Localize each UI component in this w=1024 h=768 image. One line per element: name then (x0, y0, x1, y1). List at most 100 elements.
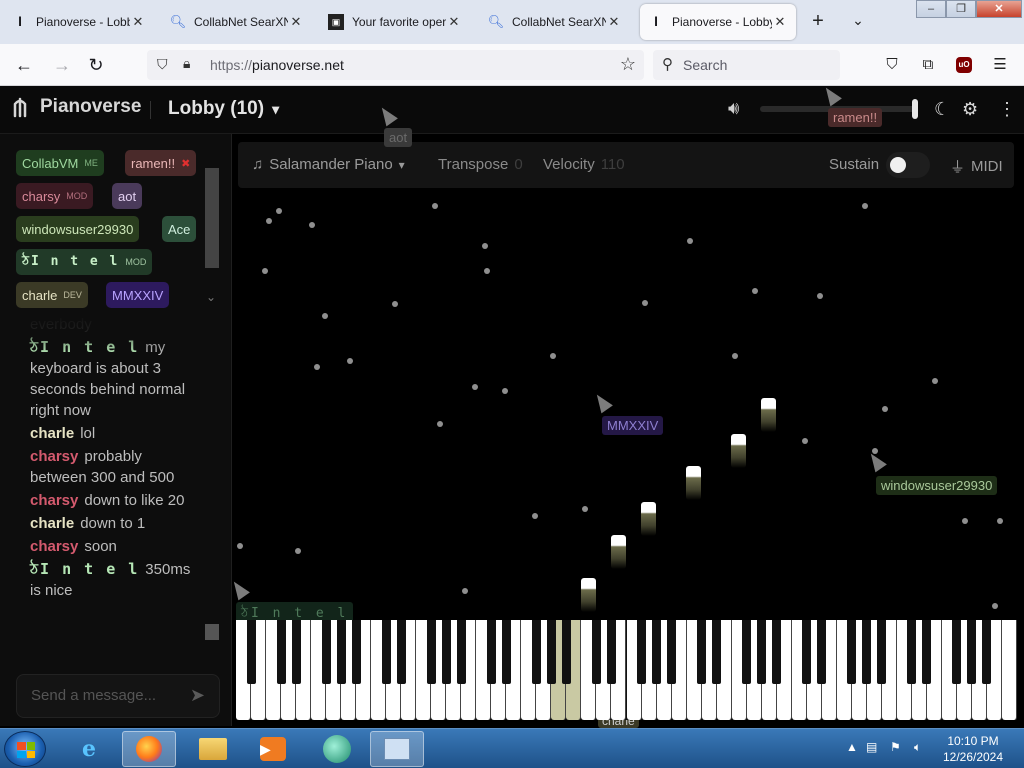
close-icon[interactable]: ✕ (130, 14, 146, 30)
user-chip[interactable]: charsy MOD (16, 183, 94, 209)
chat-nick[interactable]: charsy (30, 492, 78, 509)
action-center-flag-icon[interactable]: ⚑ (890, 740, 901, 754)
sustain-toggle[interactable] (886, 152, 930, 178)
volume-muted-icon[interactable]: 🔈︎ (914, 740, 921, 755)
black-key[interactable] (907, 620, 917, 684)
black-key[interactable] (441, 620, 451, 684)
black-key[interactable] (952, 620, 962, 684)
file-explorer-icon[interactable] (186, 731, 240, 767)
volume-icon[interactable]: 🔊︎ (728, 98, 739, 119)
chat-message-input[interactable] (31, 687, 181, 704)
shield-icon[interactable]: ⛉ (157, 56, 168, 73)
start-button[interactable] (4, 731, 46, 767)
black-key[interactable] (862, 620, 872, 684)
white-key[interactable] (1001, 620, 1017, 720)
close-icon[interactable]: ✕ (772, 14, 788, 30)
search-bar[interactable]: ⚲ Search (653, 50, 840, 80)
black-key[interactable] (757, 620, 767, 684)
control-panel-icon[interactable] (370, 731, 424, 767)
black-key[interactable] (381, 620, 391, 684)
black-key[interactable] (336, 620, 346, 684)
black-key[interactable] (847, 620, 857, 684)
black-key[interactable] (652, 620, 662, 684)
black-key[interactable] (486, 620, 496, 684)
black-key[interactable] (877, 620, 887, 684)
gear-icon[interactable]: ⚙ (962, 99, 978, 120)
chat-scrollbar[interactable] (204, 614, 220, 640)
url-text[interactable]: https://pianoverse.net (210, 57, 344, 73)
bookmark-star-icon[interactable]: ☆ (620, 54, 636, 75)
network-icon[interactable]: ▤ (866, 740, 877, 754)
black-key[interactable] (967, 620, 977, 684)
user-chip[interactable]: aot (112, 183, 143, 209)
black-key[interactable] (531, 620, 541, 684)
menu-icon[interactable]: ☰ (990, 55, 1010, 75)
close-icon[interactable]: ✕ (606, 14, 622, 30)
black-key[interactable] (922, 620, 932, 684)
chevron-down-icon[interactable]: ⌄ (206, 290, 216, 304)
more-vertical-icon[interactable]: ⋮ (998, 99, 1016, 120)
black-key[interactable] (546, 620, 556, 684)
media-player-icon[interactable]: ▶ (246, 731, 300, 767)
tab-pianoverse-active[interactable]: 𝐈 Pianoverse - Lobby ✕ (640, 4, 796, 40)
close-icon[interactable]: ✕ (288, 14, 304, 30)
black-key[interactable] (561, 620, 571, 684)
black-key[interactable] (456, 620, 466, 684)
chat-nick[interactable]: charsy (30, 538, 78, 555)
restore-button[interactable]: ❐ (946, 0, 976, 18)
app-icon[interactable] (310, 731, 364, 767)
chat-scroll-thumb[interactable] (205, 624, 219, 640)
transpose-control[interactable]: Transpose 0 (438, 156, 523, 173)
tab-searxng-1[interactable]: 🔍︎ CollabNet SearXNG ✕ (162, 4, 312, 40)
chat-nick[interactable]: charle (30, 515, 74, 532)
black-key[interactable] (246, 620, 256, 684)
black-key[interactable] (742, 620, 752, 684)
tab-pianoverse-1[interactable]: 𝐈 Pianoverse - Lobby ✕ (4, 4, 154, 40)
black-key[interactable] (291, 620, 301, 684)
black-key[interactable] (501, 620, 511, 684)
user-chip[interactable]: ramen!! ✖ (125, 150, 197, 176)
back-button[interactable]: ← (12, 53, 36, 77)
reload-button[interactable]: ↻ (84, 53, 108, 77)
minimize-button[interactable]: – (916, 0, 946, 18)
black-key[interactable] (351, 620, 361, 684)
black-key[interactable] (321, 620, 331, 684)
black-key[interactable] (667, 620, 677, 684)
black-key[interactable] (591, 620, 601, 684)
tab-searxng-2[interactable]: 🔍︎ CollabNet SearXNG ✕ (480, 4, 630, 40)
black-key[interactable] (426, 620, 436, 684)
black-key[interactable] (712, 620, 722, 684)
ublock-icon[interactable]: uO (956, 57, 972, 73)
black-key[interactable] (802, 620, 812, 684)
moon-icon[interactable]: ☾ (934, 99, 950, 120)
user-chip[interactable]: MMXXIV (106, 282, 170, 308)
chat-nick[interactable]: charsy (30, 448, 78, 465)
lock-icon[interactable]: 🔒︎ (183, 55, 190, 72)
midi-button[interactable]: ⏚ MIDI (950, 156, 1003, 177)
user-chip[interactable]: ঠI n t e l MOD (16, 249, 153, 275)
user-chip[interactable]: charle DEV (16, 282, 88, 308)
velocity-control[interactable]: Velocity 110 (543, 156, 625, 173)
black-key[interactable] (772, 620, 782, 684)
send-icon[interactable]: ➤ (190, 685, 205, 706)
show-hidden-icons[interactable]: ▲ (846, 740, 858, 754)
app-logo[interactable]: Pianoverse (12, 96, 141, 118)
black-key[interactable] (637, 620, 646, 684)
chat-nick[interactable]: charle (30, 425, 74, 442)
room-selector[interactable]: Lobby (10) ▾ (168, 98, 279, 120)
window-close-button[interactable]: ✕ (976, 0, 1022, 18)
user-list-scroll-thumb[interactable] (205, 168, 219, 268)
list-all-tabs-button[interactable]: ⌄ (848, 12, 868, 29)
close-icon[interactable]: ✕ (446, 14, 462, 30)
extensions-icon[interactable]: ⧉ (918, 55, 938, 75)
tab-opera[interactable]: ▣ Your favorite opera ✕ (320, 4, 470, 40)
black-key[interactable] (697, 620, 707, 684)
black-key[interactable] (606, 620, 616, 684)
firefox-icon[interactable] (122, 731, 176, 767)
pocket-icon[interactable]: ⛉ (882, 55, 902, 75)
user-chip[interactable]: windowsuser29930 (16, 216, 140, 242)
new-tab-button[interactable]: + (806, 10, 830, 33)
system-clock[interactable]: 10:10 PM 12/26/2024 (938, 733, 1008, 765)
forward-button[interactable]: → (50, 53, 74, 77)
chat-nick[interactable]: ঠI n t e l (30, 560, 139, 578)
